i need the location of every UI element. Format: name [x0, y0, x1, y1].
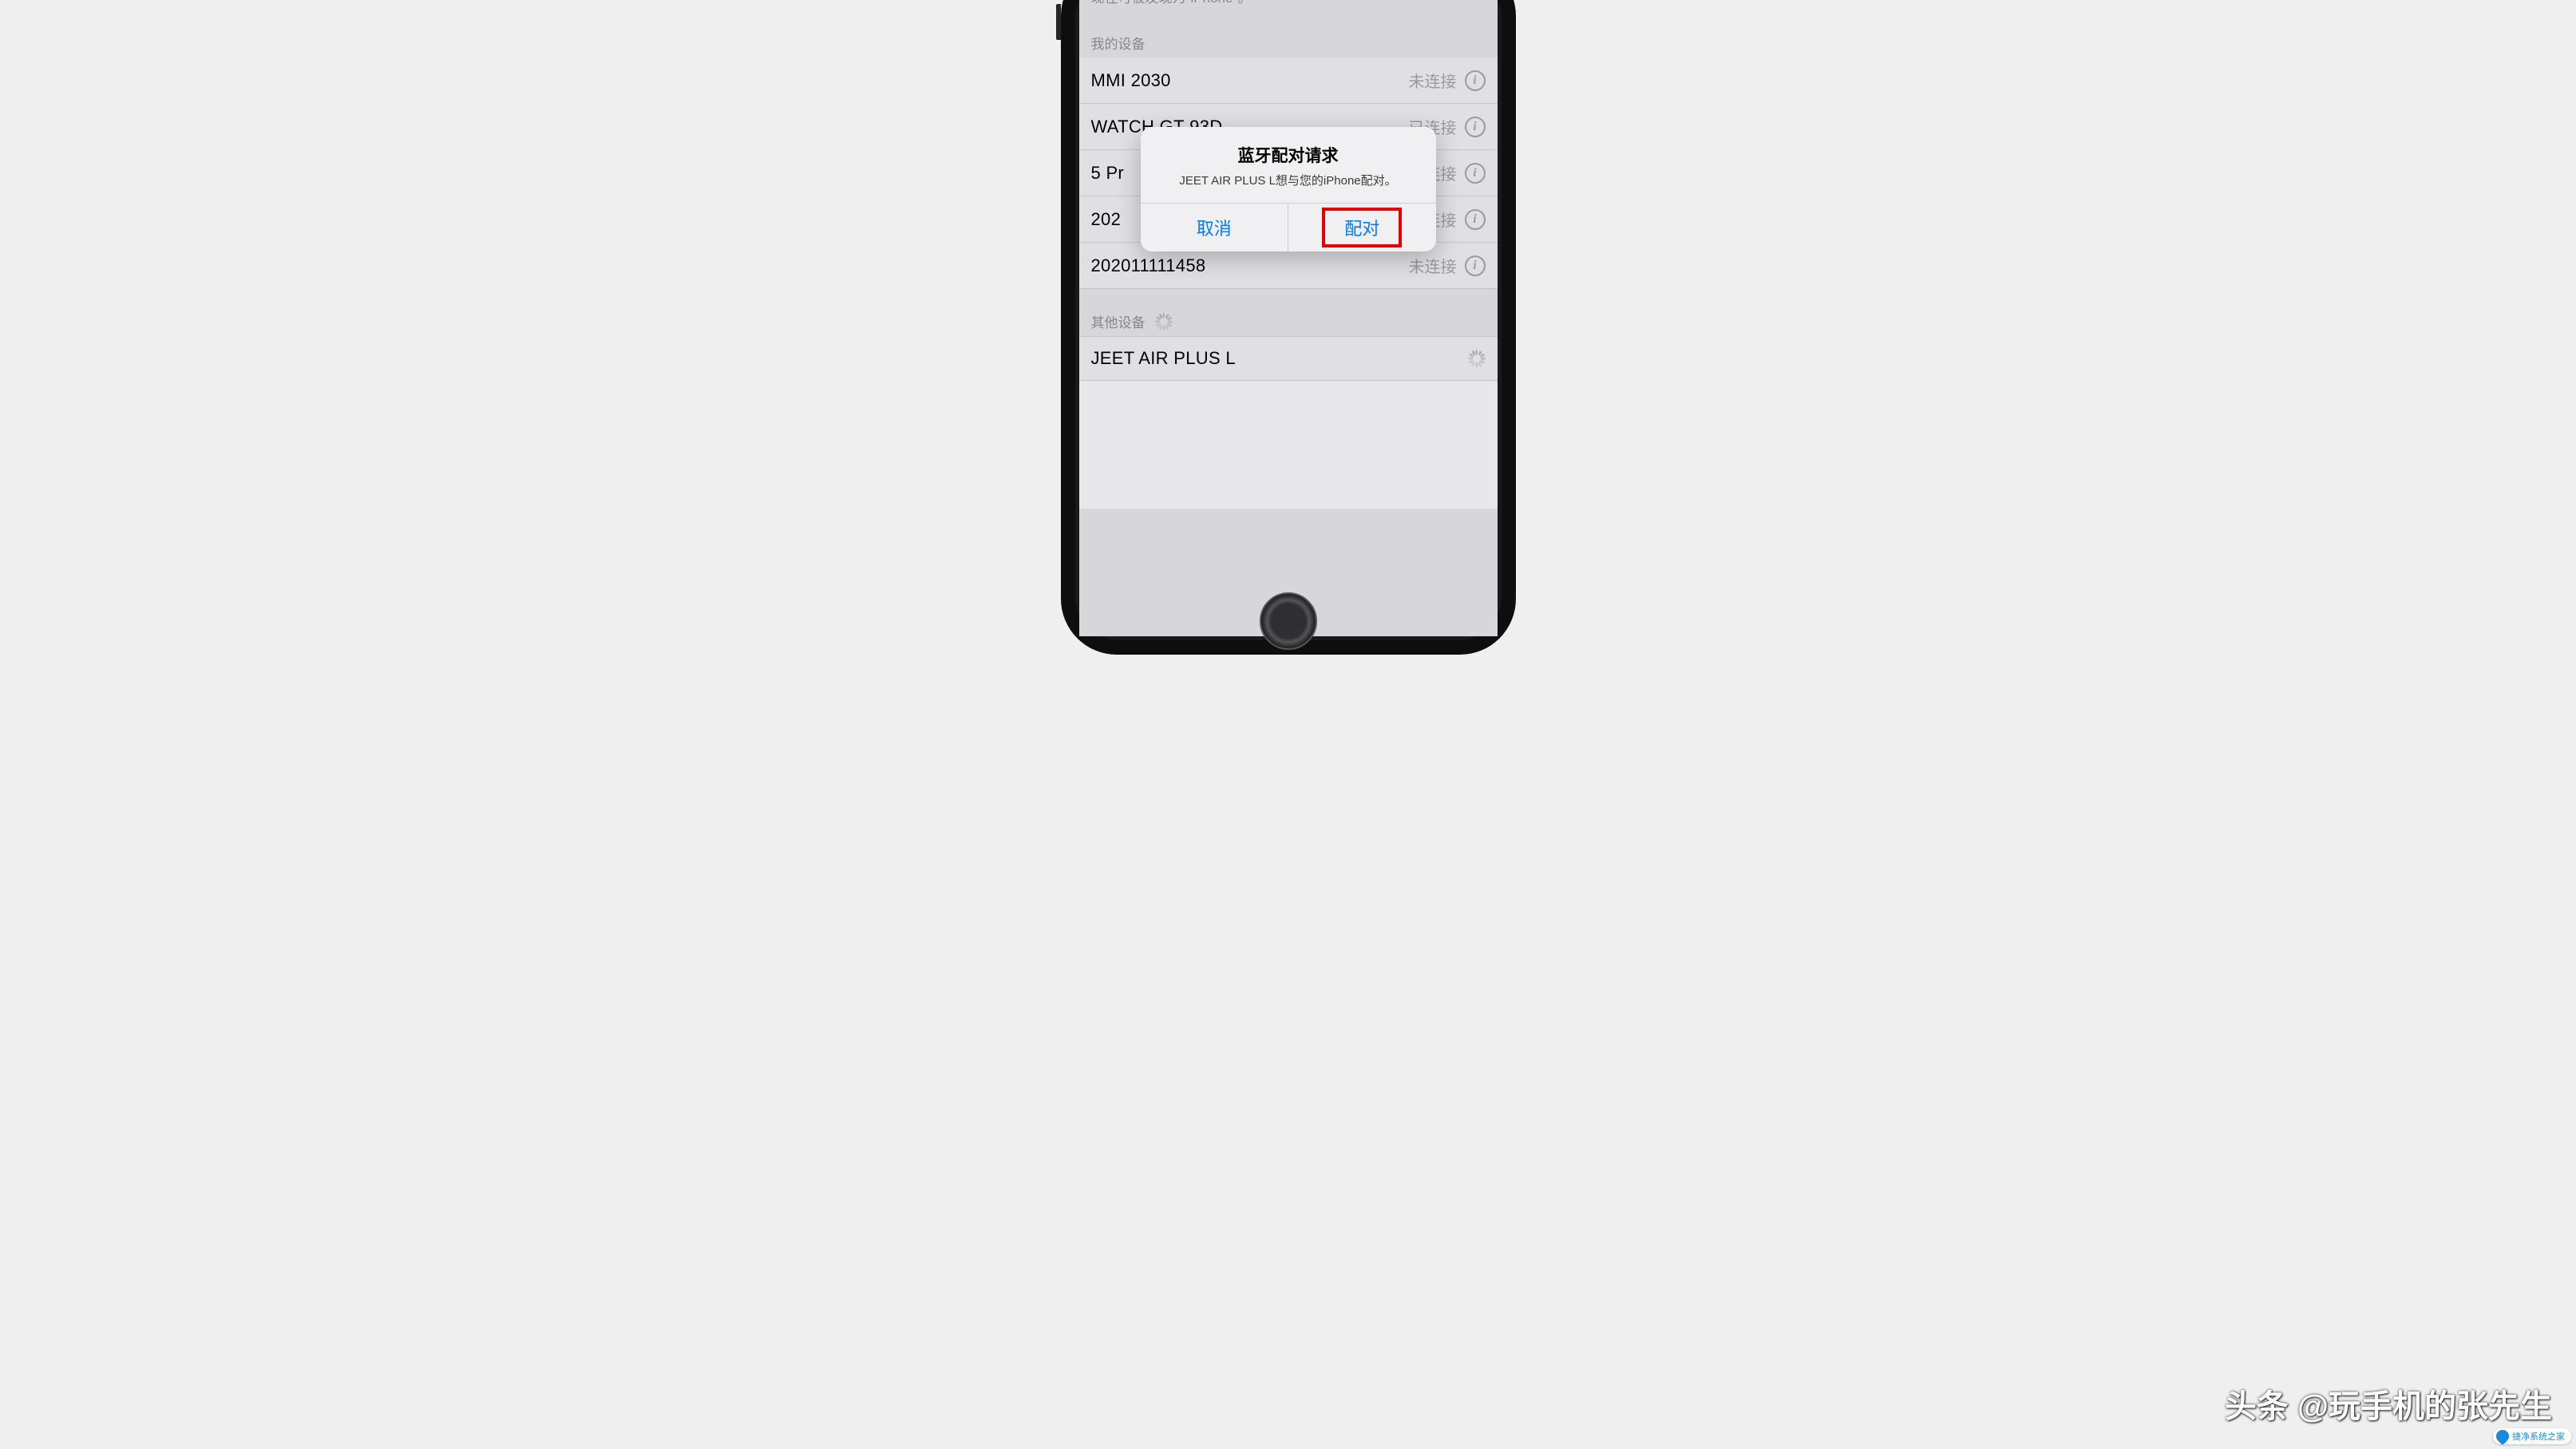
alert-message: JEET AIR PLUS L想与您的iPhone配对。: [1155, 172, 1422, 188]
phone-side-button: [1056, 4, 1061, 40]
watermark-badge: 捷净系统之家: [2493, 1428, 2571, 1444]
device-name: 202011111458: [1091, 255, 1409, 276]
watermark-text: 头条 @玩手机的张先生: [2225, 1380, 2552, 1427]
cancel-button-label: 取消: [1197, 219, 1232, 239]
watermark-badge-label: 捷净系统之家: [2512, 1430, 2565, 1443]
pair-button-label: 配对: [1344, 219, 1379, 239]
home-button[interactable]: [1260, 592, 1317, 650]
device-row[interactable]: MMI 2030 未连接 i: [1079, 57, 1498, 104]
cancel-button[interactable]: 取消: [1141, 204, 1289, 251]
device-name: JEET AIR PLUS L: [1091, 348, 1468, 369]
blank-area: [1079, 381, 1498, 509]
discoverable-status-text: 现在可被发现为"iPhone"。: [1079, 0, 1498, 10]
device-status: 未连接: [1409, 69, 1457, 92]
pair-button[interactable]: 配对: [1288, 204, 1436, 251]
loading-spinner-icon: [1155, 313, 1173, 331]
pairing-alert-dialog: 蓝牙配对请求 JEET AIR PLUS L想与您的iPhone配对。 取消 配…: [1141, 127, 1436, 251]
info-icon[interactable]: i: [1465, 209, 1486, 230]
phone-inner: 现在可被发现为"iPhone"。 我的设备 MMI 2030 未连接 i WAT…: [1075, 0, 1502, 640]
device-status: 未连接: [1409, 254, 1457, 277]
bluetooth-settings-screen: 现在可被发现为"iPhone"。 我的设备 MMI 2030 未连接 i WAT…: [1079, 0, 1498, 636]
connecting-spinner-icon: [1468, 350, 1486, 367]
alert-content: 蓝牙配对请求 JEET AIR PLUS L想与您的iPhone配对。: [1141, 127, 1436, 203]
other-device-row[interactable]: JEET AIR PLUS L: [1079, 336, 1498, 381]
alert-button-row: 取消 配对: [1141, 203, 1436, 251]
my-devices-label: 我的设备: [1091, 33, 1146, 53]
other-devices-section-header: 其他设备: [1079, 289, 1498, 336]
info-icon[interactable]: i: [1465, 163, 1486, 184]
device-name: MMI 2030: [1091, 70, 1409, 91]
alert-title: 蓝牙配对请求: [1155, 143, 1422, 167]
info-icon[interactable]: i: [1465, 255, 1486, 276]
info-icon[interactable]: i: [1465, 70, 1486, 91]
info-icon[interactable]: i: [1465, 117, 1486, 137]
other-devices-label: 其他设备: [1091, 311, 1146, 331]
my-devices-section-header: 我的设备: [1079, 10, 1498, 57]
droplet-icon: [2494, 1427, 2512, 1446]
phone-frame: 现在可被发现为"iPhone"。 我的设备 MMI 2030 未连接 i WAT…: [1061, 0, 1516, 655]
